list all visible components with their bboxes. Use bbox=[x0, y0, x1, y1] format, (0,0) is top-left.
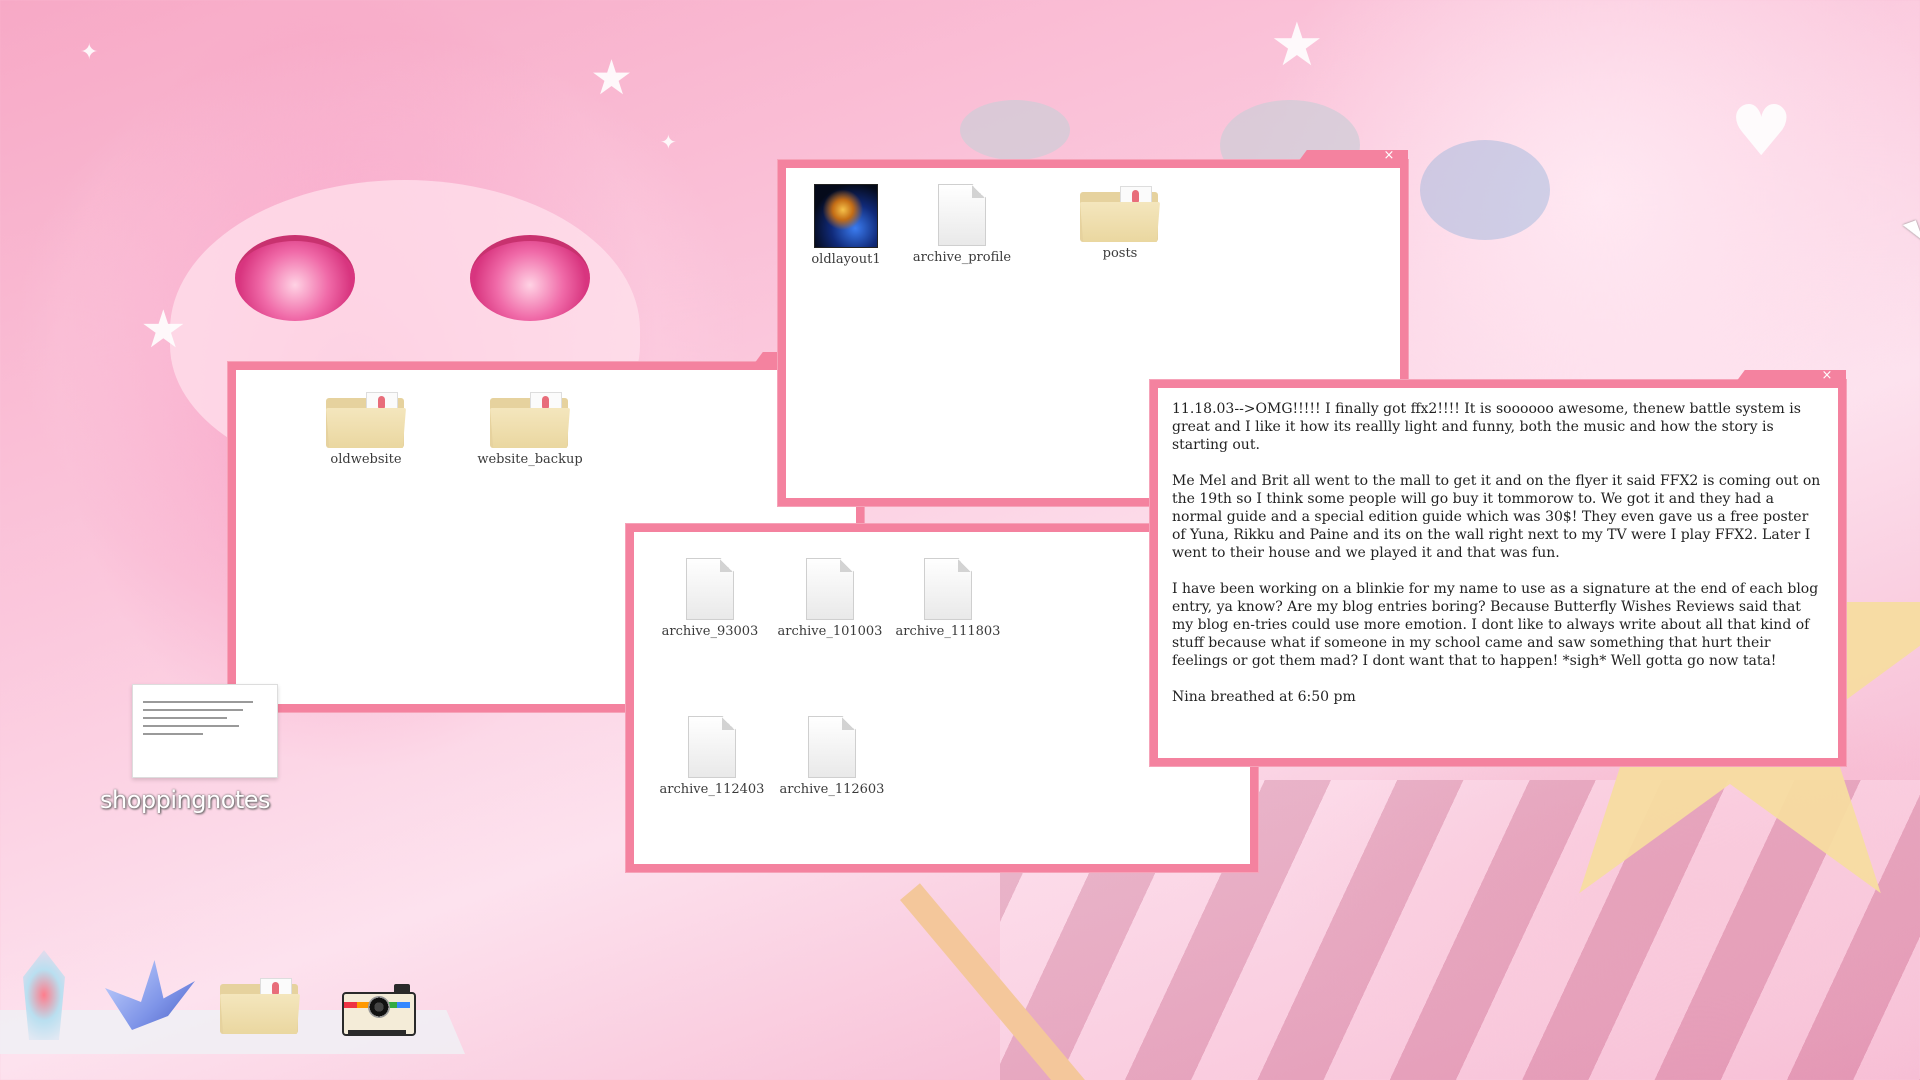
document-icon bbox=[808, 716, 856, 778]
folder-icon bbox=[326, 392, 406, 448]
star-icon: ★ bbox=[1270, 10, 1324, 80]
sparkle-icon: ✦ bbox=[660, 130, 677, 154]
wallpaper-left-eye bbox=[235, 235, 355, 321]
mouse-cursor-icon bbox=[1902, 220, 1920, 246]
sparkle-icon: ✦ bbox=[80, 40, 99, 65]
wallpaper-wand bbox=[900, 883, 1088, 1080]
star-icon: ★ bbox=[590, 50, 634, 106]
folder-item[interactable]: website_backup bbox=[470, 392, 590, 467]
document-icon bbox=[924, 558, 972, 620]
document-icon bbox=[938, 184, 986, 246]
file-label: archive_93003 bbox=[661, 624, 759, 639]
file-label: oldwebsite bbox=[330, 452, 402, 467]
heart-icon: ♥ bbox=[1730, 90, 1793, 172]
folder-icon[interactable] bbox=[220, 978, 300, 1034]
document-icon bbox=[688, 716, 736, 778]
note-file-icon[interactable] bbox=[132, 684, 278, 778]
camera-icon[interactable] bbox=[342, 984, 416, 1038]
file-label: archive_101003 bbox=[777, 624, 883, 639]
document-file-item[interactable]: archive_profile bbox=[902, 184, 1022, 265]
file-label: oldlayout1 bbox=[811, 252, 881, 267]
blog-entry-text[interactable]: 11.18.03-->OMG!!!!! I finally got ffx2!!… bbox=[1172, 400, 1824, 724]
folder-icon bbox=[490, 392, 570, 448]
blog-entry-window[interactable]: × 11.18.03-->OMG!!!!! I finally got ffx2… bbox=[1150, 369, 1846, 766]
star-icon: ★ bbox=[140, 300, 187, 360]
wallpaper-cloud bbox=[960, 100, 1070, 160]
file-label: website_backup bbox=[477, 452, 583, 467]
file-label: archive_profile bbox=[912, 250, 1012, 265]
file-label: archive_111803 bbox=[895, 624, 1001, 639]
document-file-item[interactable]: archive_112603 bbox=[772, 716, 892, 797]
close-icon[interactable]: × bbox=[1820, 369, 1834, 383]
file-label: archive_112603 bbox=[779, 782, 885, 797]
document-file-item[interactable]: archive_101003 bbox=[770, 558, 890, 639]
blog-paragraph: I have been working on a blinkie for my … bbox=[1172, 581, 1819, 669]
image-thumbnail-icon bbox=[814, 184, 878, 248]
folder-icon bbox=[1080, 186, 1160, 242]
folder-item[interactable]: posts bbox=[1060, 186, 1180, 261]
document-file-item[interactable]: archive_111803 bbox=[888, 558, 1008, 639]
blog-paragraph: 11.18.03-->OMG!!!!! I finally got ffx2!!… bbox=[1172, 401, 1801, 453]
blog-signature: Nina breathed at 6:50 pm bbox=[1172, 689, 1356, 705]
note-file-label[interactable]: shoppingnotes bbox=[100, 786, 271, 814]
document-file-item[interactable]: archive_93003 bbox=[650, 558, 770, 639]
document-icon bbox=[806, 558, 854, 620]
wallpaper-right-eye bbox=[470, 235, 590, 321]
folder-item[interactable]: oldwebsite bbox=[306, 392, 426, 467]
image-file-item[interactable]: oldlayout1 bbox=[786, 184, 906, 267]
file-label: posts bbox=[1102, 246, 1138, 261]
blog-paragraph: Me Mel and Brit all went to the mall to … bbox=[1172, 473, 1821, 561]
document-file-item[interactable]: archive_112403 bbox=[652, 716, 772, 797]
close-icon[interactable]: × bbox=[1382, 149, 1396, 163]
file-label: archive_112403 bbox=[659, 782, 765, 797]
document-icon bbox=[686, 558, 734, 620]
wallpaper-cloud bbox=[1420, 140, 1550, 240]
